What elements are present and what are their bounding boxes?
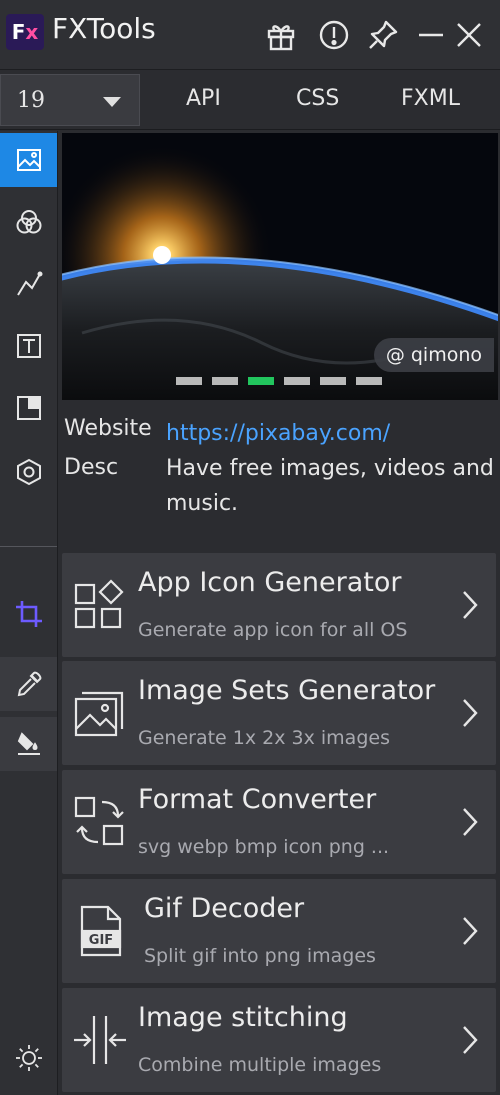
text-icon [16, 334, 41, 358]
close-icon[interactable] [452, 18, 486, 52]
sidebar-item-eyedropper[interactable] [0, 657, 57, 711]
card-title: Image stitching [138, 1002, 348, 1033]
carousel-dot[interactable] [320, 377, 346, 385]
tab-fxml[interactable]: FXML [401, 86, 460, 111]
frame-icon [16, 396, 41, 420]
gift-icon[interactable] [264, 18, 298, 52]
version-value: 19 [17, 87, 45, 113]
card-title: App Icon Generator [138, 567, 402, 598]
sidebar-item-curve[interactable] [0, 257, 57, 311]
top-toolbar: 19 API CSS FXML [0, 70, 500, 130]
chevron-down-icon [103, 97, 121, 107]
banner-carousel[interactable]: @ qimono [62, 133, 498, 400]
image-credit: @ qimono [373, 338, 494, 372]
sidebar [0, 131, 58, 1095]
carousel-dot[interactable] [176, 377, 202, 385]
paint-bucket-icon [17, 732, 40, 755]
gif-file-icon: GIF [80, 905, 122, 957]
crop-icon [15, 601, 42, 627]
desc-text: Have free images, videos and music. [166, 456, 494, 516]
website-label: Website [64, 416, 152, 441]
sidebar-item-theme[interactable] [0, 1031, 57, 1085]
minimize-icon[interactable] [414, 18, 448, 52]
chevron-right-icon [463, 808, 478, 836]
card-subtitle: Split gif into png images [144, 945, 376, 967]
chevron-right-icon [463, 917, 478, 945]
app-logo: Fx [6, 14, 44, 50]
sidebar-item-fill[interactable] [0, 717, 57, 771]
sidebar-item-hexagon[interactable] [0, 445, 57, 499]
tool-card-format-converter[interactable]: Format Converter svg webp bmp icon png .… [62, 770, 496, 874]
chevron-right-icon [463, 699, 478, 727]
convert-icon [74, 796, 124, 846]
carousel-dot[interactable] [356, 377, 382, 385]
tab-css[interactable]: CSS [296, 86, 339, 111]
version-select[interactable]: 19 [0, 74, 140, 126]
tab-api[interactable]: API [186, 86, 221, 111]
info-icon[interactable] [317, 18, 351, 52]
sidebar-item-image[interactable] [0, 133, 57, 187]
tool-card-gif-decoder[interactable]: GIF Gif Decoder Split gif into png image… [62, 879, 496, 983]
card-title: Format Converter [138, 784, 377, 815]
carousel-dot[interactable] [284, 377, 310, 385]
carousel-dot-active[interactable] [248, 377, 274, 385]
title-bar: Fx FXTools [0, 0, 500, 70]
stitch-icon [74, 1016, 126, 1064]
tool-card-app-icon-generator[interactable]: App Icon Generator Generate app icon for… [62, 553, 496, 657]
tool-card-image-sets-generator[interactable]: Image Sets Generator Generate 1x 2x 3x i… [62, 661, 496, 765]
chevron-right-icon [463, 591, 478, 619]
card-subtitle: Generate 1x 2x 3x images [138, 727, 390, 749]
eyedropper-icon [17, 671, 41, 697]
card-subtitle: svg webp bmp icon png ... [138, 836, 390, 858]
main-panel: @ qimono Website https://pixabay.com/ De… [62, 133, 498, 1095]
chevron-right-icon [463, 1026, 478, 1054]
desc-label: Desc [64, 455, 119, 480]
image-icon [16, 149, 41, 171]
card-title: Gif Decoder [144, 893, 305, 924]
carousel-indicators [176, 377, 382, 385]
pin-icon[interactable] [366, 18, 400, 52]
image-stack-icon [74, 691, 124, 737]
hexagon-icon [16, 458, 41, 486]
curve-icon [16, 271, 42, 296]
sidebar-divider [0, 546, 57, 547]
svg-text:GIF: GIF [89, 933, 113, 948]
card-subtitle: Generate app icon for all OS [138, 619, 408, 641]
carousel-dot[interactable] [212, 377, 238, 385]
app-title: FXTools [52, 12, 156, 45]
sidebar-item-text[interactable] [0, 319, 57, 373]
card-subtitle: Combine multiple images [138, 1054, 382, 1076]
card-title: Image Sets Generator [138, 675, 436, 706]
sidebar-item-color[interactable] [0, 195, 57, 249]
sidebar-item-crop[interactable] [0, 587, 57, 641]
color-circles-icon [16, 210, 41, 234]
brightness-icon [15, 1045, 42, 1071]
website-link[interactable]: https://pixabay.com/ [166, 416, 496, 451]
sidebar-item-frame[interactable] [0, 381, 57, 435]
app-grid-icon [74, 579, 124, 629]
tool-card-image-stitching[interactable]: Image stitching Combine multiple images [62, 988, 496, 1092]
